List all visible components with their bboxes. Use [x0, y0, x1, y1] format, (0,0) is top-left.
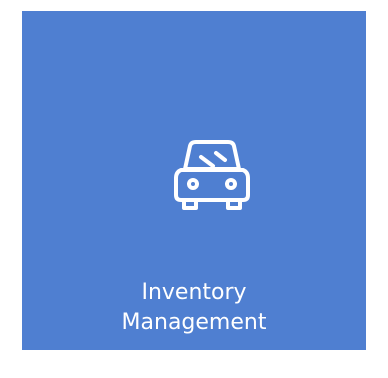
car-icon: [172, 137, 250, 211]
tile-label: Inventory Management: [22, 278, 366, 338]
tile-label-line-2: Management: [121, 310, 267, 335]
tile-label-line-1: Inventory: [141, 280, 247, 305]
inventory-management-tile[interactable]: Inventory Management: [22, 11, 366, 350]
